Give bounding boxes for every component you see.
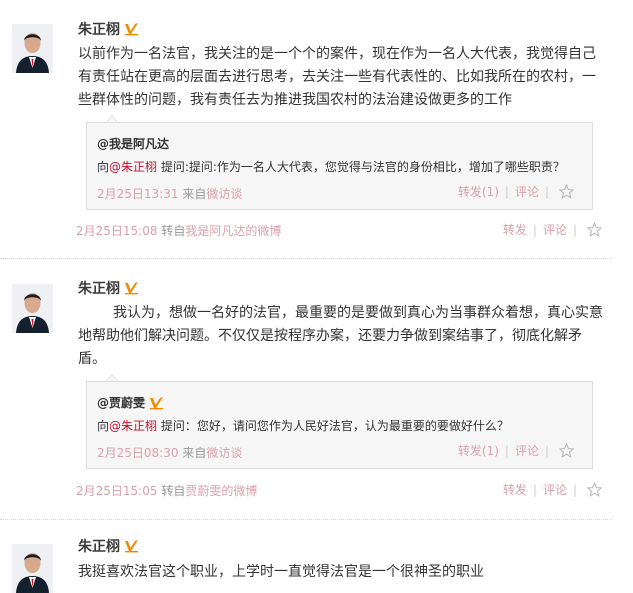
post-author[interactable]: 朱正栩 [78,19,140,39]
star-icon[interactable] [558,183,575,199]
quote-mention-link[interactable]: @朱正栩 [109,419,157,433]
quote-author-name[interactable]: @贾蔚雯 [97,394,145,411]
quote-body: 提问:提问:作为一名人大代表，您觉得与法官的身份相比，增加了哪些职责？ [157,160,565,174]
star-icon[interactable] [586,481,603,497]
avatar-image [12,284,53,333]
quote-source-link[interactable]: 微访谈 [206,187,242,201]
post-divider [0,519,612,520]
separator: | [504,184,509,199]
comment-button[interactable]: 评论 [543,221,567,238]
comment-button[interactable]: 评论 [543,481,567,498]
quote-comment-button[interactable]: 评论 [515,183,539,200]
post-timestamp[interactable]: 2月25日15:05 [76,484,158,498]
quote-text: 向@朱正栩 提问:提问:作为一名人大代表，您觉得与法官的身份相比，增加了哪些职责… [97,158,565,175]
post-actions: 转发 | 评论 | [503,481,603,498]
quote-author[interactable]: @贾蔚雯 [97,394,165,411]
separator: | [544,443,549,458]
verified-v-icon[interactable] [124,539,140,553]
quote-meta: 2月25日08:30 来自微访谈 [97,444,242,461]
quote-author-name[interactable]: @我是阿凡达 [97,135,169,152]
quote-prefix: 向 [97,160,110,174]
quote-body: 提问：您好，请问您作为人民好法官，认为最重要的要做好什么？ [157,419,509,433]
post-timestamp[interactable]: 2月25日15:08 [76,224,158,238]
quote-source-prefix: 来自 [182,446,207,460]
separator: | [572,482,577,497]
quote-mention-link[interactable]: @朱正栩 [109,160,157,174]
verified-v-icon[interactable] [149,396,165,410]
author-name[interactable]: 朱正栩 [78,536,120,556]
separator: | [532,482,537,497]
avatar[interactable] [12,24,53,73]
avatar[interactable] [12,284,53,333]
post-source-prefix: 转自 [161,224,186,238]
quote-repost-button[interactable]: 转发(1) [458,442,499,459]
feed-post: 朱正栩 我认为，想做一名好的法官，最重要的是要做到真心为当事群众着想，真心实意地… [0,262,620,512]
avatar-image [12,544,53,593]
post-author[interactable]: 朱正栩 [78,278,140,298]
star-icon[interactable] [558,442,575,458]
quote-actions: 转发(1) | 评论 | [458,183,575,200]
quote-repost-button[interactable]: 转发(1) [458,183,499,200]
verified-v-icon[interactable] [124,281,140,295]
quoted-post: @贾蔚雯 向@朱正栩 提问：您好，请问您作为人民好法官，认为最重要的要做好什么？… [86,381,593,469]
repost-button[interactable]: 转发 [503,481,527,498]
post-text: 我挺喜欢法官这个职业，上学时一直觉得法官是一个很神圣的职业 [78,564,484,580]
quote-source-link[interactable]: 微访谈 [206,446,242,460]
verified-v-icon[interactable] [124,22,140,36]
quote-prefix: 向 [97,419,110,433]
quote-text: 向@朱正栩 提问：您好，请问您作为人民好法官，认为最重要的要做好什么？ [97,417,509,434]
post-text: 以前作为一名法官，我关注的是一个个的案件，现在作为一名人大代表，我觉得自己有责任… [78,46,596,108]
separator: | [504,443,509,458]
separator: | [532,222,537,237]
feed-post: 朱正栩 我挺喜欢法官这个职业，上学时一直觉得法官是一个很神圣的职业 [0,522,620,593]
separator: | [544,184,549,199]
post-meta: 2月25日15:08 转自我是阿凡达的微博 [76,222,281,239]
star-icon[interactable] [586,221,603,237]
repost-button[interactable]: 转发 [503,221,527,238]
quote-pointer [106,374,118,381]
quote-pointer [106,115,118,122]
quote-actions: 转发(1) | 评论 | [458,442,575,459]
quote-timestamp[interactable]: 2月25日13:31 [97,187,179,201]
avatar-image [12,24,53,73]
post-text: 我认为，想做一名好的法官，最重要的是要做到真心为当事群众着想，真心实意地帮助他们… [78,305,603,367]
author-name[interactable]: 朱正栩 [78,278,120,298]
quote-meta: 2月25日13:31 来自微访谈 [97,185,242,202]
author-name[interactable]: 朱正栩 [78,19,120,39]
post-divider [0,258,612,259]
avatar[interactable] [12,544,53,593]
feed-post: 朱正栩 以前作为一名法官，我关注的是一个个的案件，现在作为一名人大代表，我觉得自… [0,0,620,255]
quote-source-prefix: 来自 [182,187,207,201]
quoted-post: @我是阿凡达 向@朱正栩 提问:提问:作为一名人大代表，您觉得与法官的身份相比，… [86,122,593,210]
post-source-link[interactable]: 贾蔚雯的微博 [185,484,257,498]
post-author[interactable]: 朱正栩 [78,536,140,556]
quote-comment-button[interactable]: 评论 [515,442,539,459]
quote-timestamp[interactable]: 2月25日08:30 [97,446,179,460]
quote-author[interactable]: @我是阿凡达 [97,135,169,152]
post-source-link[interactable]: 我是阿凡达的微博 [185,224,281,238]
post-meta: 2月25日15:05 转自贾蔚雯的微博 [76,482,257,499]
separator: | [572,222,577,237]
post-source-prefix: 转自 [161,484,186,498]
post-actions: 转发 | 评论 | [503,221,603,238]
